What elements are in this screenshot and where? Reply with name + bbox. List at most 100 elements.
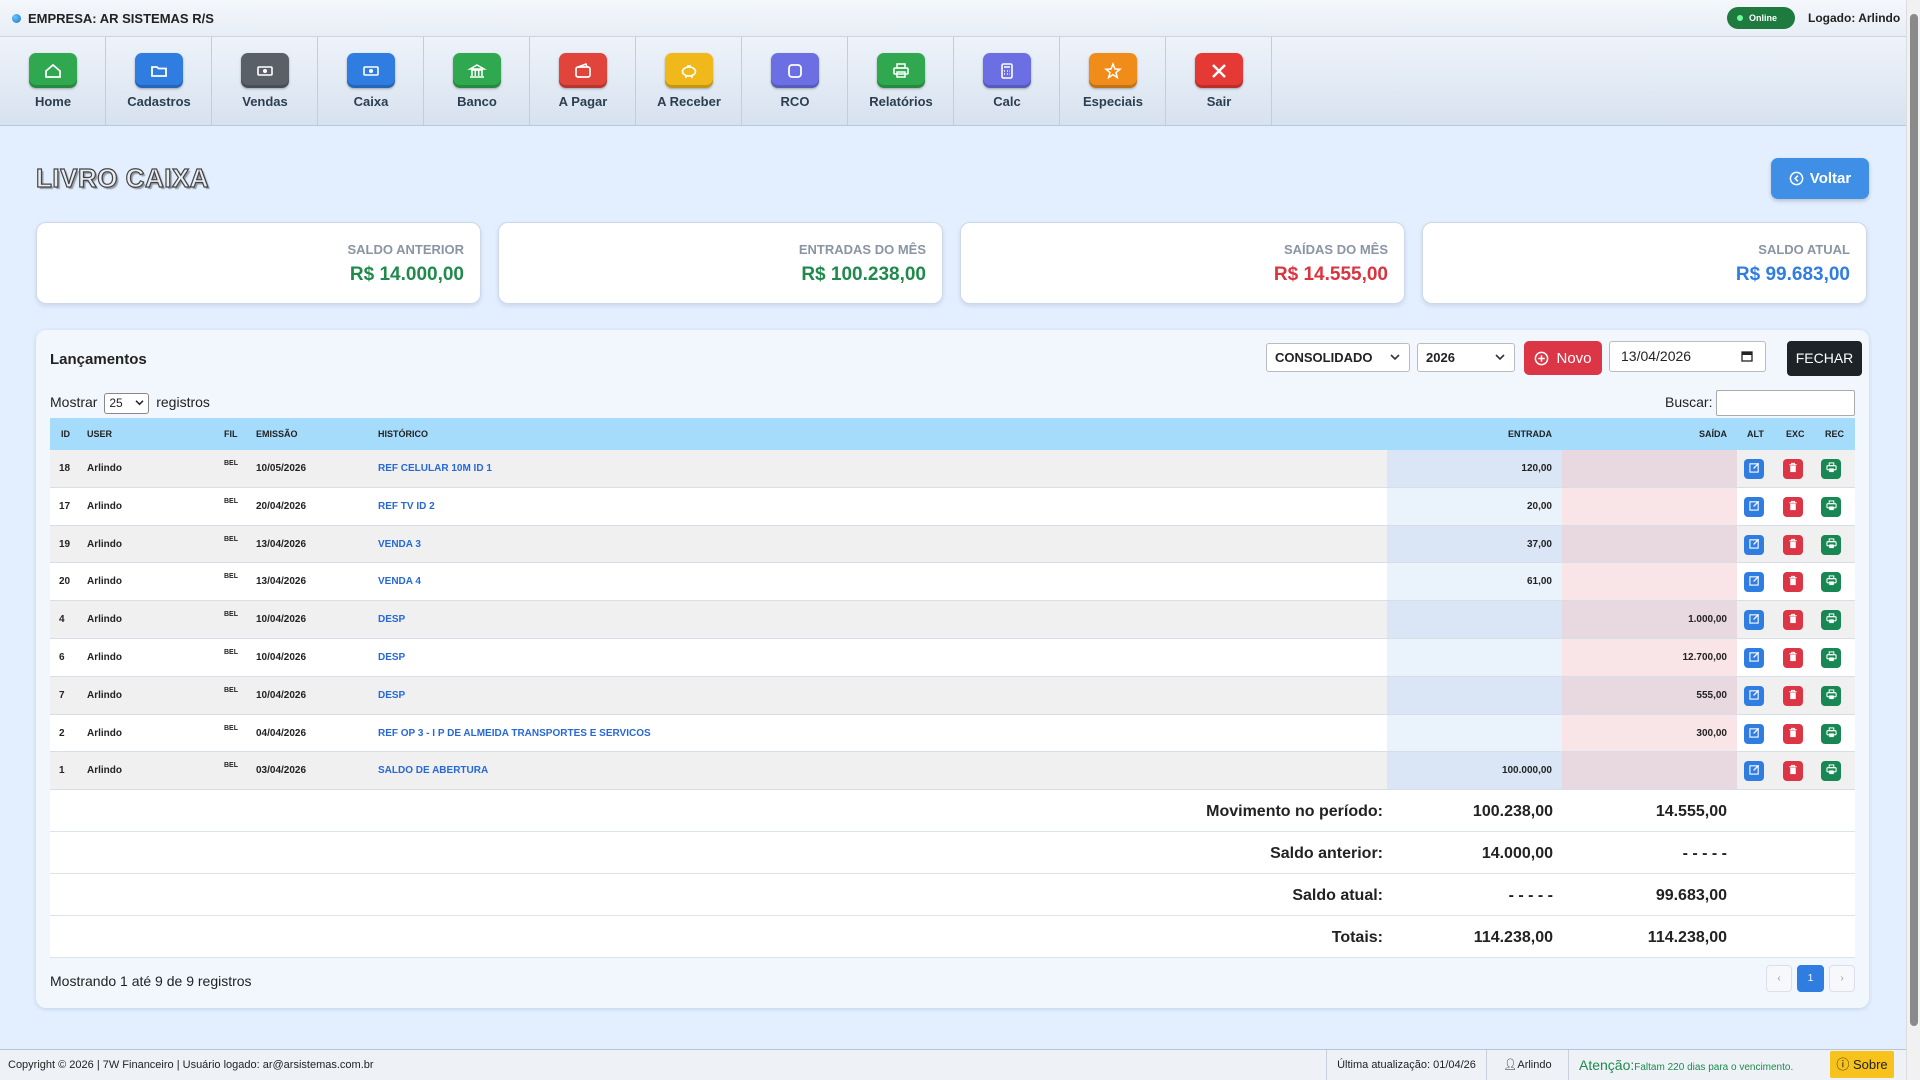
cell-historico[interactable]: VENDA 3 [378, 539, 421, 550]
edit-button[interactable] [1744, 647, 1764, 668]
col-fil[interactable]: FIL [224, 429, 238, 439]
bank-icon [453, 53, 501, 88]
nav-item-home[interactable]: Home [0, 37, 106, 125]
home-icon [29, 53, 77, 88]
col-emissao[interactable]: EMISSÃO [256, 429, 298, 439]
year-select[interactable]: 2026 [1417, 343, 1515, 372]
date-input[interactable]: 13/04/2026 [1609, 341, 1766, 372]
scrollbar-thumb[interactable] [1910, 14, 1918, 1026]
new-entry-button[interactable]: Novo [1524, 341, 1602, 375]
cell-historico[interactable]: DESP [378, 652, 405, 663]
delete-button[interactable] [1783, 534, 1803, 555]
col-id[interactable]: ID [61, 429, 70, 439]
filter-select-value: CONSOLIDADO [1275, 350, 1373, 365]
table-row: 20 Arlindo BEL 13/04/2026 VENDA 4 61,00 [50, 563, 1855, 602]
nav-item-a-pagar[interactable]: A Pagar [530, 37, 636, 125]
nav-item-vendas[interactable]: Vendas [212, 37, 318, 125]
summary-saida: 14.555,00 [1655, 803, 1727, 820]
receipt-button[interactable] [1821, 685, 1841, 706]
receipt-button[interactable] [1821, 610, 1841, 631]
nav-item-a-receber[interactable]: A Receber [636, 37, 742, 125]
calendar-icon[interactable] [1741, 350, 1753, 362]
nav-item-caixa[interactable]: Caixa [318, 37, 424, 125]
nav-label: Caixa [353, 94, 389, 109]
cell-historico[interactable]: REF TV ID 2 [378, 501, 435, 512]
cell-historico[interactable]: DESP [378, 690, 405, 701]
pagination-next[interactable]: › [1829, 965, 1855, 992]
delete-button[interactable] [1783, 610, 1803, 631]
nav-label: Cadastros [127, 94, 191, 109]
nav-item-relatórios[interactable]: Relatórios [848, 37, 954, 125]
receipt-button[interactable] [1821, 761, 1841, 782]
summary-entrada: 100.238,00 [1472, 803, 1553, 820]
col-historico[interactable]: HISTÓRICO [378, 429, 428, 439]
nav-item-especiais[interactable]: Especiais [1060, 37, 1166, 125]
cell-fil: BEL [224, 460, 238, 467]
col-rec: REC [1825, 429, 1845, 439]
back-button[interactable]: Voltar [1771, 158, 1869, 199]
edit-button[interactable] [1744, 534, 1764, 555]
receipt-button[interactable] [1821, 459, 1841, 479]
nav-item-sair[interactable]: Sair [1166, 37, 1272, 125]
delete-button[interactable] [1783, 723, 1803, 744]
pagination-page-1[interactable]: 1 [1797, 965, 1824, 992]
delete-button[interactable] [1783, 459, 1803, 479]
table-header: ID USER FIL EMISSÃO HISTÓRICO ENTRADA SA… [50, 418, 1855, 450]
cell-historico[interactable]: DESP [378, 614, 405, 625]
edit-icon [1748, 651, 1760, 665]
edit-button[interactable] [1744, 610, 1764, 631]
delete-button[interactable] [1783, 685, 1803, 706]
delete-button[interactable] [1783, 572, 1803, 593]
cell-historico[interactable]: VENDA 4 [378, 576, 421, 587]
edit-button[interactable] [1744, 496, 1764, 517]
delete-button[interactable] [1783, 647, 1803, 668]
nav-item-calc[interactable]: Calc [954, 37, 1060, 125]
nav-item-banco[interactable]: Banco [424, 37, 530, 125]
edit-button[interactable] [1744, 685, 1764, 706]
col-user[interactable]: USER [87, 429, 112, 439]
edit-button[interactable] [1744, 761, 1764, 782]
receipt-button[interactable] [1821, 572, 1841, 593]
receipt-button[interactable] [1821, 496, 1841, 517]
edit-button[interactable] [1744, 459, 1764, 479]
cell-id: 17 [59, 500, 71, 512]
cell-entrada: 20,00 [1526, 500, 1552, 512]
about-button[interactable]: ⓘ Sobre [1830, 1051, 1894, 1078]
cell-emissao: 10/04/2026 [256, 689, 307, 701]
pagination-prev[interactable]: ‹ [1766, 965, 1792, 992]
summary-saida: - - - - - [1682, 845, 1727, 862]
nav-item-rco[interactable]: RCO [742, 37, 848, 125]
entrada-cell [1387, 601, 1562, 638]
filter-select[interactable]: CONSOLIDADO [1266, 343, 1410, 372]
scrollbar[interactable] [1906, 0, 1920, 1080]
cell-user: Arlindo [87, 463, 122, 474]
summary-entrada: - - - - - [1508, 887, 1553, 904]
cell-fil: BEL [224, 686, 238, 694]
page-length-select[interactable]: 25 [104, 393, 150, 414]
chevron-down-icon [1390, 354, 1400, 361]
piggy-bank-icon [665, 53, 713, 88]
delete-button[interactable] [1783, 761, 1803, 782]
col-entrada[interactable]: ENTRADA [1508, 429, 1552, 439]
receipt-button[interactable] [1821, 647, 1841, 668]
nav-item-cadastros[interactable]: Cadastros [106, 37, 212, 125]
cell-user: Arlindo [87, 765, 122, 777]
delete-button[interactable] [1783, 496, 1803, 517]
receipt-button[interactable] [1821, 534, 1841, 555]
edit-button[interactable] [1744, 572, 1764, 593]
cell-historico[interactable]: REF OP 3 - I P DE ALMEIDA TRANSPORTES E … [378, 728, 651, 739]
cell-historico[interactable]: SALDO DE ABERTURA [378, 765, 488, 776]
edit-button[interactable] [1744, 723, 1764, 744]
cell-user: Arlindo [87, 727, 122, 739]
square-icon [771, 53, 819, 88]
col-saida[interactable]: SAÍDA [1699, 429, 1727, 439]
receipt-button[interactable] [1821, 723, 1841, 744]
trash-icon [1788, 727, 1798, 741]
search-input[interactable] [1716, 390, 1855, 416]
footer: Copyright © 2026 | 7W Financeiro | Usuár… [0, 1049, 1906, 1080]
cell-id: 18 [59, 463, 71, 474]
cell-historico[interactable]: REF CELULAR 10M ID 1 [378, 463, 492, 474]
close-cash-button[interactable]: FECHAR [1787, 341, 1862, 376]
nav-label: Home [34, 94, 72, 109]
card-entradas-mes: ENTRADAS DO MÊS R$ 100.238,00 [498, 222, 943, 304]
